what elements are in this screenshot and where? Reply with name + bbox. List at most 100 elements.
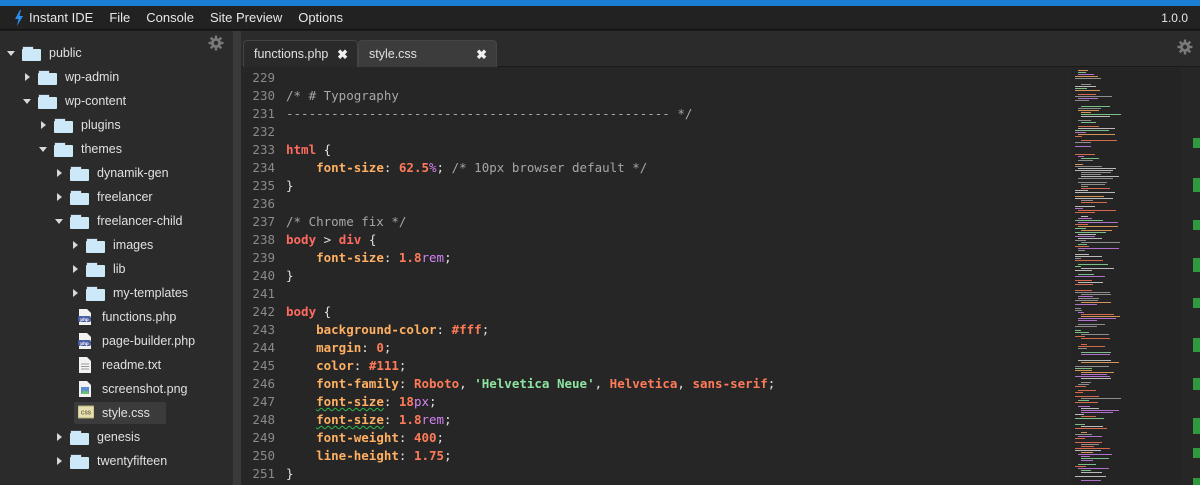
tree-folder-wp-admin[interactable]: wp-admin <box>22 65 119 89</box>
menu-console[interactable]: Console <box>138 6 202 30</box>
code-line[interactable]: 235} <box>241 177 1071 195</box>
code-line[interactable]: 248 font-size: 1.8rem; <box>241 411 1071 429</box>
code-line[interactable]: 241 <box>241 285 1071 303</box>
line-number: 248 <box>252 412 275 427</box>
line-number: 241 <box>252 286 275 301</box>
minimap-line <box>1075 370 1092 371</box>
minimap-line <box>1075 392 1083 393</box>
gear-icon[interactable] <box>1177 39 1193 55</box>
tree-folder-public[interactable]: public <box>6 41 82 65</box>
tree-item-label: readme.txt <box>102 358 162 372</box>
file-tree-panel: public wp-admin wp-content plugins themes dyn… <box>0 31 233 485</box>
close-icon[interactable]: ✖ <box>476 47 487 63</box>
chevron-right-icon[interactable] <box>70 240 80 250</box>
chevron-down-icon[interactable] <box>22 96 32 106</box>
folder-icon <box>70 165 89 181</box>
editor-panel: functions.php ✖ style.css ✖ 229 230 /* # T… <box>241 31 1200 485</box>
minimap-line <box>1075 266 1081 267</box>
php-file-icon: php <box>78 333 92 349</box>
code-line[interactable]: 244 margin: 0; <box>241 339 1071 357</box>
code-line[interactable]: 238 body > div { <box>241 231 1071 249</box>
minimap-line <box>1081 202 1107 203</box>
chevron-right-icon[interactable] <box>38 120 48 130</box>
tree-folder-twentyfifteen[interactable]: twentyfifteen <box>54 449 167 473</box>
code-line[interactable]: 234 font-size: 62.5%; /* 10px browser de… <box>241 159 1071 177</box>
minimap-line <box>1081 116 1110 117</box>
code-line[interactable]: 239 font-size: 1.8rem; <box>241 249 1071 267</box>
tree-folder-freelancer[interactable]: freelancer <box>54 185 153 209</box>
minimap-line <box>1081 176 1119 177</box>
minimap[interactable] <box>1071 68 1181 485</box>
tree-file-page-builder-php[interactable]: php page-builder.php <box>78 329 195 353</box>
line-text: /* Chrome fix */ <box>286 214 407 229</box>
chevron-right-icon[interactable] <box>54 168 64 178</box>
chevron-right-icon[interactable] <box>54 432 64 442</box>
sidebar-splitter[interactable] <box>233 31 241 485</box>
tree-file-style-css[interactable]: CSS style.css <box>74 401 166 425</box>
tree-folder-genesis[interactable]: genesis <box>54 425 140 449</box>
tree-folder-dynamik-gen[interactable]: dynamik-gen <box>54 161 169 185</box>
tree-folder-wp-content[interactable]: wp-content <box>22 89 126 113</box>
folder-icon <box>22 45 41 61</box>
menu-file[interactable]: File <box>101 6 138 30</box>
code-line[interactable]: 243 background-color: #fff; <box>241 321 1071 339</box>
tab-functions-php[interactable]: functions.php ✖ <box>243 40 358 67</box>
code-line[interactable]: 237 /* Chrome fix */ <box>241 213 1071 231</box>
minimap-line <box>1078 168 1116 169</box>
line-number: 245 <box>252 358 275 373</box>
code-line[interactable]: 250 line-height: 1.75; <box>241 447 1071 465</box>
chevron-right-icon[interactable] <box>70 264 80 274</box>
tree-file-readme-txt[interactable]: readme.txt <box>78 353 161 377</box>
chevron-right-icon[interactable] <box>70 288 80 298</box>
code-line[interactable]: 251} <box>241 465 1071 483</box>
code-line[interactable]: 230 /* # Typography <box>241 87 1071 105</box>
minimap-line <box>1081 188 1110 189</box>
close-icon[interactable]: ✖ <box>337 47 348 63</box>
minimap-line <box>1075 228 1086 229</box>
minimap-line <box>1075 424 1085 425</box>
menu-site-preview[interactable]: Site Preview <box>202 6 290 30</box>
code-line[interactable]: 232 <box>241 123 1071 141</box>
tree-item-label: public <box>49 46 82 60</box>
line-text: } <box>286 466 294 481</box>
code-line[interactable]: 231 -------------------------------------… <box>241 105 1071 123</box>
php-file-icon: php <box>78 309 92 325</box>
code-line[interactable]: 236 <box>241 195 1071 213</box>
overview-ruler[interactable] <box>1186 68 1200 485</box>
chevron-down-icon[interactable] <box>6 48 16 58</box>
code-line[interactable]: 233 html { <box>241 141 1071 159</box>
minimap-line <box>1075 130 1109 131</box>
code-editor[interactable]: 229 230 /* # Typography 231 ----------------… <box>241 68 1071 485</box>
minimap-line <box>1075 414 1084 415</box>
chevron-right-icon[interactable] <box>54 456 64 466</box>
code-line[interactable]: 249 font-weight: 400; <box>241 429 1071 447</box>
tree-file-functions-php[interactable]: php functions.php <box>78 305 176 329</box>
tab-label: style.css <box>369 47 417 61</box>
chevron-right-icon[interactable] <box>22 72 32 82</box>
gear-icon[interactable] <box>208 35 224 51</box>
chevron-down-icon[interactable] <box>54 216 64 226</box>
line-text: body { <box>286 304 332 319</box>
tree-folder-images[interactable]: images <box>70 233 153 257</box>
code-line[interactable]: 240} <box>241 267 1071 285</box>
tree-folder-my-templates[interactable]: my-templates <box>70 281 188 305</box>
tree-file-screenshot-png[interactable]: screenshot.png <box>78 377 187 401</box>
app-logo[interactable]: Instant IDE <box>0 6 101 30</box>
tree-folder-plugins[interactable]: plugins <box>38 113 121 137</box>
code-line[interactable]: 247 font-size: 18px; <box>241 393 1071 411</box>
menu-options[interactable]: Options <box>290 6 351 30</box>
tab-style-css[interactable]: style.css ✖ <box>358 40 497 67</box>
chevron-right-icon[interactable] <box>54 192 64 202</box>
tree-folder-lib[interactable]: lib <box>70 257 126 281</box>
code-line[interactable]: 246 font-family: Roboto, 'Helvetica Neue… <box>241 375 1071 393</box>
code-line[interactable]: 229 <box>241 69 1071 87</box>
tree-folder-freelancer-child[interactable]: freelancer-child <box>54 209 182 233</box>
app-name[interactable]: Instant IDE <box>29 6 101 30</box>
minimap-line <box>1078 160 1093 161</box>
code-line[interactable]: 242 body { <box>241 303 1071 321</box>
tree-folder-themes[interactable]: themes <box>38 137 122 161</box>
code-line[interactable]: 245 color: #111; <box>241 357 1071 375</box>
minimap-line <box>1078 468 1109 469</box>
minimap-line <box>1081 354 1110 355</box>
chevron-down-icon[interactable] <box>38 144 48 154</box>
